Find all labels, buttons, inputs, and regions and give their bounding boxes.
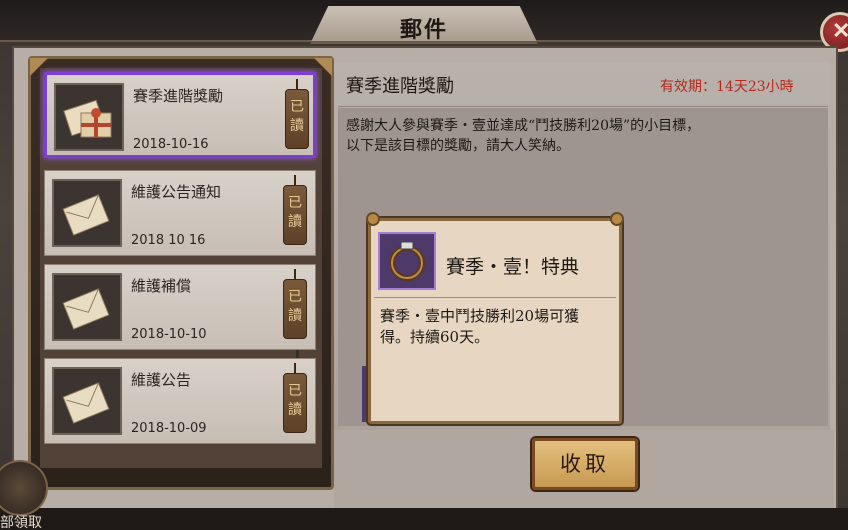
letter-icon <box>52 367 122 435</box>
gift-package-icon <box>54 83 124 151</box>
mail-item-maintenance-compensation[interactable]: 維護補償 2018-10-10 已讀 <box>44 264 316 350</box>
mail-item-season-reward[interactable]: 賽季進階獎勵 2018-10-16 已讀 <box>44 72 316 158</box>
read-status-tag: 已讀 <box>283 185 307 245</box>
mail-body-line: 以下是該目標的獎勵，請大人笑納。 <box>346 138 570 154</box>
mail-item-title: 賽季進階獎勵 <box>133 87 224 105</box>
mail-item-maintenance-announcement[interactable]: 維護公告 2018-10-09 已讀 <box>44 358 316 444</box>
mail-item-title: 維護補償 <box>131 277 192 295</box>
window-title: 郵件 <box>399 17 448 43</box>
mail-item-title: 維護公告通知 <box>131 183 222 201</box>
collect-button[interactable]: 收取 <box>532 438 638 490</box>
mail-item-date: 2018 10 16 <box>131 233 206 248</box>
bottom-bar <box>0 508 848 530</box>
mail-body: 感謝大人參與賽季・壹並達成“鬥技勝利20場”的小目標， 以下是該目標的獎勵，請大… <box>346 116 824 156</box>
read-status-tag: 已讀 <box>283 373 307 433</box>
mail-subject: 賽季進階獎勵 <box>346 76 454 97</box>
letter-icon <box>52 273 122 341</box>
divider <box>374 297 616 298</box>
mail-body-line: 感謝大人參與賽季・壹並達成“鬥技勝利20場”的小目標， <box>346 118 701 134</box>
claim-all-button[interactable]: 部領取 <box>0 512 42 530</box>
ornament-icon <box>610 212 624 226</box>
mail-item-date: 2018-10-09 <box>131 421 207 436</box>
reward-description-line: 得。持續60天。 <box>380 328 490 346</box>
divider <box>338 106 828 107</box>
mail-item-date: 2018-10-16 <box>133 137 209 152</box>
read-status-tag: 已讀 <box>285 89 309 149</box>
letter-icon <box>52 179 122 247</box>
ornament-icon <box>366 212 380 226</box>
reward-description-line: 賽季・壹中鬥技勝利20場可獲 <box>380 307 580 325</box>
reward-title: 賽季・壹！特典 <box>446 256 580 278</box>
validity-period: 有效期：14天23小時 <box>660 79 794 95</box>
ring-frame-icon <box>378 232 436 290</box>
mail-item-date: 2018-10-10 <box>131 327 207 342</box>
mail-item-maintenance-notice[interactable]: 維護公告通知 2018 10 16 已讀 <box>44 170 316 256</box>
reward-description: 賽季・壹中鬥技勝利20場可獲 得。持續60天。 <box>380 306 616 348</box>
mail-item-title: 維護公告 <box>131 371 192 389</box>
read-status-tag: 已讀 <box>283 279 307 339</box>
